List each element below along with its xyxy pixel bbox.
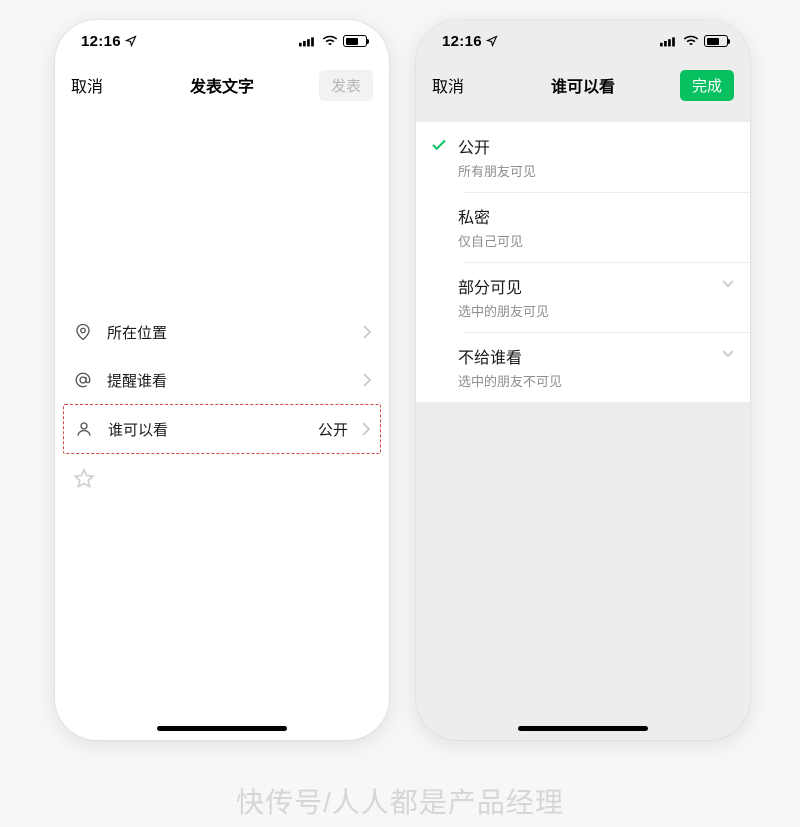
- option-title: 私密: [458, 204, 523, 228]
- row-visibility[interactable]: 谁可以看 公开: [64, 405, 380, 453]
- visibility-options-list: 公开 所有朋友可见 私密 仅自己可见 部分可见 选中的朋友可见: [416, 122, 750, 402]
- row-label: 谁可以看: [108, 419, 304, 440]
- option-title: 部分可见: [458, 274, 549, 298]
- done-button[interactable]: 完成: [680, 70, 734, 101]
- wifi-icon: [322, 35, 338, 47]
- person-icon: [74, 420, 94, 438]
- highlight-visibility: 谁可以看 公开: [63, 404, 381, 454]
- cancel-button[interactable]: 取消: [71, 73, 131, 97]
- watermark-text: 快传号/人人都是产品经理: [0, 781, 800, 821]
- row-label: 所在位置: [107, 322, 349, 343]
- signal-icon: [660, 35, 678, 47]
- chevron-right-icon: [363, 325, 371, 339]
- row-label: 提醒谁看: [107, 370, 349, 391]
- option-sub: 所有朋友可见: [458, 161, 536, 180]
- battery-icon: [704, 35, 728, 47]
- status-bar: 12:16: [416, 20, 750, 62]
- location-arrow-icon: [486, 35, 498, 47]
- option-public[interactable]: 公开 所有朋友可见: [416, 122, 750, 192]
- location-arrow-icon: [125, 35, 137, 47]
- phone-compose: 12:16 取消 发表文字 发表 所在位置: [55, 20, 389, 740]
- signal-icon: [299, 35, 317, 47]
- option-sub: 选中的朋友可见: [458, 301, 549, 320]
- option-sub: 仅自己可见: [458, 231, 523, 250]
- option-sub: 选中的朋友不可见: [458, 371, 562, 390]
- at-icon: [73, 371, 93, 389]
- row-location[interactable]: 所在位置: [55, 308, 389, 356]
- publish-button[interactable]: 发表: [319, 70, 373, 101]
- wifi-icon: [683, 35, 699, 47]
- home-indicator[interactable]: [157, 726, 287, 731]
- battery-icon: [343, 35, 367, 47]
- row-mention[interactable]: 提醒谁看: [55, 356, 389, 404]
- page-title: 发表文字: [131, 73, 313, 97]
- star-icon: [73, 468, 95, 490]
- chevron-down-icon: [722, 344, 734, 358]
- nav-bar: 取消 发表文字 发表: [55, 62, 389, 108]
- status-bar: 12:16: [55, 20, 389, 62]
- phone-visibility: 12:16 取消 谁可以看 完成 公开 所有: [416, 20, 750, 740]
- chevron-right-icon: [363, 373, 371, 387]
- option-private[interactable]: 私密 仅自己可见: [416, 192, 750, 262]
- option-title: 公开: [458, 134, 536, 158]
- nav-bar: 取消 谁可以看 完成: [416, 62, 750, 108]
- status-time: 12:16: [442, 33, 482, 50]
- cancel-button[interactable]: 取消: [432, 73, 492, 97]
- option-exclude[interactable]: 不给谁看 选中的朋友不可见: [416, 332, 750, 402]
- chevron-right-icon: [362, 422, 370, 436]
- home-indicator[interactable]: [518, 726, 648, 731]
- page-title: 谁可以看: [492, 73, 674, 97]
- status-time: 12:16: [81, 33, 121, 50]
- chevron-down-icon: [722, 274, 734, 288]
- star-button[interactable]: [55, 454, 389, 504]
- option-partial[interactable]: 部分可见 选中的朋友可见: [416, 262, 750, 332]
- option-title: 不给谁看: [458, 344, 562, 368]
- check-icon: [430, 134, 458, 154]
- compose-text-area[interactable]: [55, 108, 389, 308]
- row-value: 公开: [318, 419, 348, 440]
- location-pin-icon: [73, 323, 93, 341]
